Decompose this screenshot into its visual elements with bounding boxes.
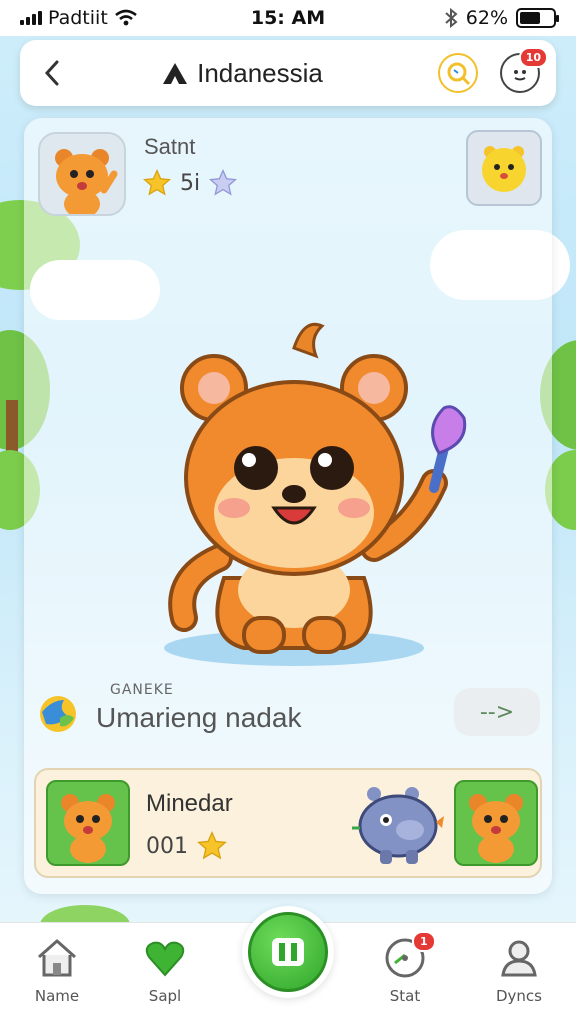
nav-stats-badge: 1 xyxy=(412,931,436,952)
level-row: GANEKE Umarieng nadak --> xyxy=(38,678,540,748)
notifications-button[interactable]: 10 xyxy=(500,47,548,93)
nav-stats-label: Stat xyxy=(389,987,421,1005)
bear-avatar-icon xyxy=(61,794,115,863)
nav-heart-label: Sapl xyxy=(148,987,182,1005)
search-icon xyxy=(447,62,471,86)
bear-avatar-icon xyxy=(469,794,523,863)
profile-icon xyxy=(501,940,537,977)
signal-icon xyxy=(20,11,42,25)
reward-card[interactable]: Minedar 001 xyxy=(34,768,542,878)
arrow-right-icon: --> xyxy=(479,699,515,725)
home-icon xyxy=(38,939,76,977)
battery-percent: 62% xyxy=(465,7,508,29)
wifi-icon xyxy=(114,9,137,26)
nav-profile[interactable]: Dyncs xyxy=(474,937,564,1005)
nav-heart[interactable]: Sapl xyxy=(120,937,210,1005)
next-level-button[interactable]: --> xyxy=(454,688,540,736)
chick-icon xyxy=(482,146,526,192)
play-button[interactable] xyxy=(242,906,334,998)
player-rating: 5i xyxy=(142,168,238,198)
avatar[interactable] xyxy=(38,132,126,216)
star-outline-icon xyxy=(209,168,238,196)
battery-icon xyxy=(516,8,559,28)
globe-icon xyxy=(40,696,76,732)
friend-avatar[interactable] xyxy=(466,130,542,206)
robot-creature-icon xyxy=(352,787,444,864)
nav-stats[interactable]: 1 Stat xyxy=(360,931,450,1005)
reward-title: Minedar xyxy=(146,790,233,817)
pause-icon xyxy=(272,938,304,966)
bluetooth-icon xyxy=(445,8,458,28)
character-card: Satnt 5i GANEKE Umarieng nadak --> Mined… xyxy=(24,118,552,894)
star-icon xyxy=(142,168,172,196)
page-title: Indanessia xyxy=(197,57,323,88)
level-caption: GANEKE xyxy=(110,682,174,698)
level-name: Umarieng nadak xyxy=(96,702,302,733)
reward-bear-tile[interactable] xyxy=(46,780,130,866)
carrier-label: Padtiit xyxy=(48,7,108,29)
mountain-icon xyxy=(163,63,188,84)
nav-home-label: Name xyxy=(34,987,80,1005)
nav-home[interactable]: Name xyxy=(12,937,102,1005)
bear-avatar-icon xyxy=(55,149,118,214)
search-button[interactable] xyxy=(438,53,478,93)
reward-bear-tile-2[interactable] xyxy=(454,780,538,866)
reward-count: 001 xyxy=(146,830,228,862)
star-icon xyxy=(197,831,227,860)
chevron-left-icon xyxy=(44,60,59,86)
battery-fill xyxy=(520,12,540,24)
bear-mascot-image xyxy=(164,322,467,666)
nav-profile-label: Dyncs xyxy=(496,987,542,1005)
status-bar: Padtiit 15: AM 62% xyxy=(0,0,576,36)
top-header: Indanessia 10 xyxy=(20,40,556,106)
notification-badge: 10 xyxy=(518,47,548,68)
heart-icon xyxy=(145,941,185,977)
back-button[interactable] xyxy=(36,53,68,93)
rating-value: 5i xyxy=(180,170,201,196)
reward-count-value: 001 xyxy=(146,833,188,859)
player-name: Satnt xyxy=(144,134,196,159)
